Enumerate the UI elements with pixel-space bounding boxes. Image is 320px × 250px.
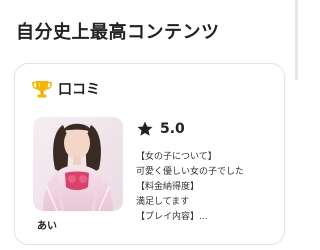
section-title: 自分史上最高コンテンツ [16,22,220,43]
review-line: 【女の子について】 [136,152,217,162]
review-card[interactable]: 口コミ あい 5.0 【女の子について】 可愛く優しい女の子でした 【料金納得度… [14,63,285,245]
rating: 5.0 [136,119,185,139]
page: 自分史上最高コンテンツ 口コミ あい 5.0 【女の子について】 可愛く優しい女… [0,0,300,250]
card-heading: 口コミ [58,82,100,98]
star-icon [137,121,153,136]
review-text: 【女の子について】 可愛く優しい女の子でした 【料金納得度】 満足してます 【プ… [136,150,282,225]
card-header: 口コミ [31,79,100,99]
review-line: 満足してます [136,197,190,207]
scrollbar[interactable] [295,0,298,80]
review-line: 【料金納得度】 [136,182,200,192]
trophy-icon [32,81,52,98]
reviewer-name: あい [37,221,57,232]
rating-value: 5.0 [160,121,185,137]
reviewer-photo[interactable] [33,117,123,211]
review-line: 【プレイ内容】... [136,212,208,222]
review-line: 可愛く優しい女の子でした [136,167,245,177]
